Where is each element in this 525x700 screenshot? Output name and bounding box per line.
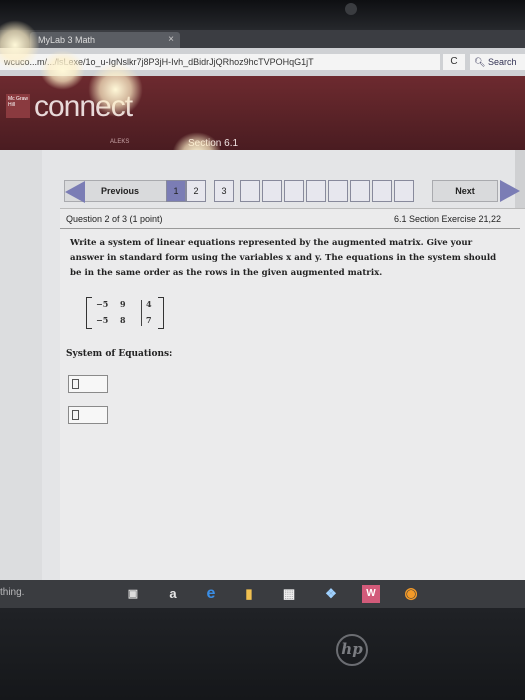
firefox-icon[interactable]: ◉ <box>402 585 420 603</box>
question-number-1[interactable]: 1 <box>166 180 186 202</box>
glare <box>88 62 143 117</box>
matrix-cell: −5 <box>96 299 109 309</box>
site-banner: Mc Graw Hill connect ALEKS Section 6.1 <box>0 76 525 150</box>
matrix-cell: 8 <box>120 315 126 325</box>
question-slot[interactable] <box>394 180 414 202</box>
question-navigation: Previous 1 2 3 Next <box>60 180 525 203</box>
equation-2-input[interactable] <box>68 406 108 424</box>
matrix-cell: 7 <box>146 315 152 325</box>
question-slot[interactable] <box>372 180 392 202</box>
laptop-bezel-bottom <box>0 608 525 700</box>
laptop-bezel-top <box>0 0 525 30</box>
question-slot[interactable] <box>262 180 282 202</box>
left-bracket <box>86 297 92 329</box>
matrix-cell: 4 <box>146 299 152 309</box>
answer-slot <box>72 410 79 420</box>
task-view-icon[interactable]: ▣ <box>124 585 142 603</box>
amazon-icon[interactable]: a <box>164 585 182 603</box>
glare <box>40 50 85 90</box>
augmented-matrix: −5 9 4 −5 8 7 <box>86 297 166 329</box>
system-label: System of Equations: <box>66 349 173 359</box>
store-icon[interactable]: ▦ <box>280 585 298 603</box>
previous-button[interactable]: Previous <box>64 180 170 203</box>
next-button[interactable]: Next <box>432 180 498 202</box>
question-section: 6.1 Section Exercise 21,22 <box>394 214 502 224</box>
search-input[interactable]: 🔍︎ Search <box>470 54 525 70</box>
right-bracket <box>158 297 164 329</box>
hp-logo: hp <box>336 634 368 666</box>
word-icon[interactable]: W <box>362 585 380 603</box>
left-panel <box>0 150 42 580</box>
taskbar-search[interactable]: thing. <box>0 587 24 598</box>
matrix-cell: 9 <box>120 299 126 309</box>
file-explorer-icon[interactable]: ▮ <box>240 585 258 603</box>
publisher-logo: Mc Graw Hill <box>6 94 30 118</box>
answer-slot <box>72 379 79 389</box>
webcam <box>345 3 357 15</box>
close-icon[interactable]: × <box>168 34 174 45</box>
question-number-3[interactable]: 3 <box>214 180 234 202</box>
browser-tab[interactable]: MyLab 3 Math × <box>30 32 180 48</box>
augment-bar <box>141 300 142 326</box>
refresh-icon[interactable]: C <box>443 54 465 70</box>
tab-title: MyLab 3 Math <box>38 35 96 45</box>
search-icon: 🔍︎ <box>474 57 486 67</box>
question-slot[interactable] <box>240 180 260 202</box>
arrow-right-icon[interactable] <box>500 180 520 202</box>
divider <box>60 228 520 229</box>
edge-icon[interactable]: e <box>202 585 220 603</box>
question-slot[interactable] <box>328 180 348 202</box>
subnav-text: ALEKS <box>110 139 130 145</box>
search-placeholder: Search <box>487 57 517 67</box>
dropbox-icon[interactable]: ❖ <box>322 585 340 603</box>
question-slot[interactable] <box>350 180 370 202</box>
windows-taskbar: thing. ▣ a e ▮ ▦ ❖ W ◉ <box>0 580 525 608</box>
browser-tab-bar: MyLab 3 Math × <box>0 30 525 48</box>
previous-label: Previous <box>101 186 140 196</box>
equation-1-input[interactable] <box>68 375 108 393</box>
question-slot[interactable] <box>306 180 326 202</box>
matrix-cell: −5 <box>96 315 109 325</box>
question-header: Question 2 of 3 (1 point) <box>66 214 163 224</box>
arrow-left-icon <box>65 181 85 203</box>
question-text: Write a system of linear equations repre… <box>70 238 497 278</box>
question-slot[interactable] <box>284 180 304 202</box>
question-number-2[interactable]: 2 <box>186 180 206 202</box>
